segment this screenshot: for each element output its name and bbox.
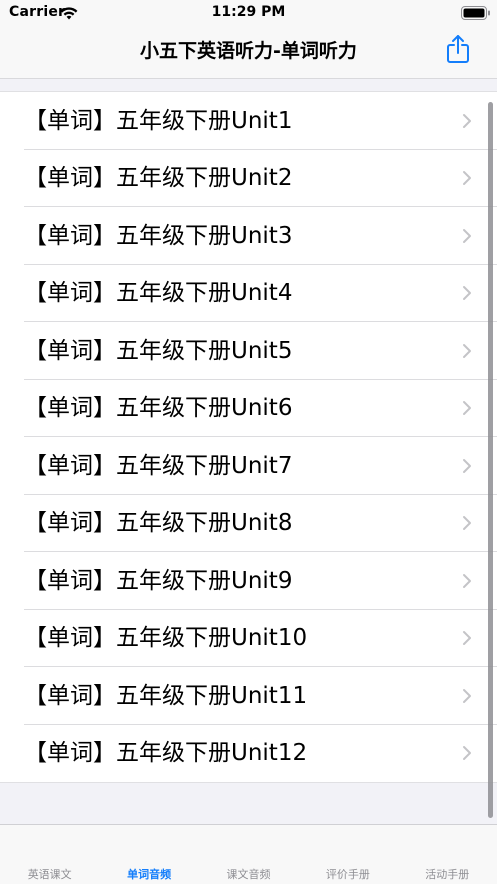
tab-bar: 英语课文 单词音频 课文音频 评价手册 活动手册 [0,824,497,884]
battery-icon [461,5,491,20]
tab-label: 单词音频 [127,868,172,881]
list-item[interactable]: 【单词】五年级下册Unit1 [0,92,497,150]
status-bar: Carrier 11:29 PM [0,0,497,26]
tab-label: 评价手册 [325,868,370,881]
tab-label: 课文音频 [226,868,271,881]
share-button[interactable] [440,32,476,70]
chevron-right-icon [462,343,472,359]
tab-item[interactable]: 活动手册 [398,825,497,884]
list-item-label: 【单词】五年级下册Unit10 [24,625,308,652]
unit-list: 【单词】五年级下册Unit1 【单词】五年级下册Unit2 【单词】五年级下册Uni… [0,91,497,783]
chevron-right-icon [462,573,472,589]
chevron-right-icon [462,170,472,186]
list-item[interactable]: 【单词】五年级下册Unit8 [0,495,497,553]
list-item-label: 【单词】五年级下册Unit7 [24,452,293,479]
tab-label: 英语课文 [27,868,72,881]
chevron-right-icon [462,688,472,704]
list-item-label: 【单词】五年级下册Unit8 [24,510,293,537]
page-title: 小五下英语听力-单词听力 [140,40,357,62]
list-item-label: 【单词】五年级下册Unit1 [24,107,293,134]
list-item-label: 【单词】五年级下册Unit6 [24,395,293,422]
chevron-right-icon [462,400,472,416]
list-item[interactable]: 【单词】五年级下册Unit7 [0,437,497,495]
chevron-right-icon [462,745,472,761]
tab-item[interactable]: 课文音频 [199,825,298,884]
chevron-right-icon [462,285,472,301]
chevron-right-icon [462,228,472,244]
list-item[interactable]: 【单词】五年级下册Unit12 [0,725,497,783]
list-item-label: 【单词】五年级下册Unit12 [24,740,308,767]
tab-item[interactable]: 评价手册 [298,825,397,884]
list-item[interactable]: 【单词】五年级下册Unit3 [0,207,497,265]
navigation-bar: 小五下英语听力-单词听力 [0,26,497,79]
share-icon [446,34,470,68]
list-item-label: 【单词】五年级下册Unit4 [24,280,293,307]
tab-label: 活动手册 [425,868,470,881]
tab-item[interactable]: 单词音频 [99,825,198,884]
chevron-right-icon [462,458,472,474]
list-item[interactable]: 【单词】五年级下册Unit5 [0,322,497,380]
list-item-label: 【单词】五年级下册Unit9 [24,567,293,594]
list-item-label: 【单词】五年级下册Unit2 [24,165,293,192]
tab-item[interactable]: 英语课文 [0,825,99,884]
chevron-right-icon [462,515,472,531]
list-item[interactable]: 【单词】五年级下册Unit6 [0,380,497,438]
chevron-right-icon [462,630,472,646]
list-item-label: 【单词】五年级下册Unit3 [24,222,293,249]
scrollbar[interactable] [488,102,493,818]
list-item[interactable]: 【单词】五年级下册Unit11 [0,667,497,725]
list-item-label: 【单词】五年级下册Unit11 [24,682,308,709]
chevron-right-icon [462,113,472,129]
list-item-label: 【单词】五年级下册Unit5 [24,337,293,364]
list-item[interactable]: 【单词】五年级下册Unit9 [0,552,497,610]
list-item[interactable]: 【单词】五年级下册Unit10 [0,610,497,668]
list-item[interactable]: 【单词】五年级下册Unit2 [0,150,497,208]
list-item[interactable]: 【单词】五年级下册Unit4 [0,265,497,323]
clock: 11:29 PM [211,4,286,20]
